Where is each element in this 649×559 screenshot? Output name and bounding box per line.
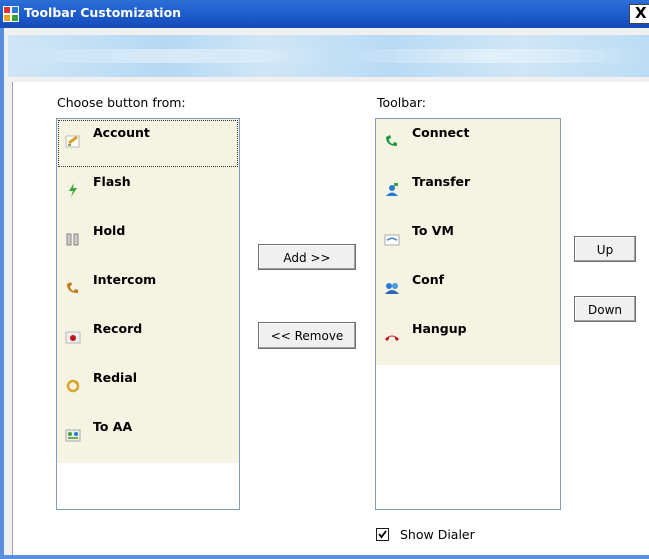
- show-dialer-label[interactable]: Show Dialer: [400, 527, 475, 542]
- list-item-hold[interactable]: Hold: [57, 217, 239, 266]
- item-label: To AA: [93, 419, 133, 434]
- connect-icon: [386, 135, 397, 146]
- list-item-transfer[interactable]: Transfer: [376, 168, 560, 217]
- hold-icon: [66, 233, 79, 246]
- list-item-conf[interactable]: Conf: [376, 266, 560, 315]
- list-item-to-aa[interactable]: To AA: [57, 413, 239, 462]
- item-label: Flash: [93, 174, 131, 189]
- list-item-flash[interactable]: Flash: [57, 168, 239, 217]
- item-label: Redial: [93, 370, 138, 385]
- list-item-account[interactable]: Account: [57, 119, 239, 168]
- item-label: Conf: [412, 272, 445, 287]
- conference-icon: [385, 283, 399, 294]
- item-label: Transfer: [412, 174, 471, 189]
- choose-button-label: Choose button from:: [57, 95, 186, 110]
- window-frame-bottom: [0, 555, 649, 559]
- intercom-icon: [67, 282, 78, 293]
- item-label: Hold: [93, 223, 126, 238]
- account-icon: [65, 135, 80, 148]
- redial-icon: [66, 379, 80, 393]
- list-item-connect[interactable]: Connect: [376, 119, 560, 168]
- up-button[interactable]: Up: [574, 236, 636, 262]
- item-label: Hangup: [412, 321, 467, 336]
- toolbar-buttons-list[interactable]: Connect Transfer To VM Conf Hangup: [375, 118, 561, 510]
- window-title: Toolbar Customization: [24, 5, 182, 20]
- down-button[interactable]: Down: [574, 296, 636, 322]
- to-aa-icon: [65, 429, 81, 442]
- item-label: To VM: [412, 223, 454, 238]
- flash-icon: [69, 183, 77, 197]
- voicemail-icon: [384, 234, 400, 246]
- banner-highlight: [8, 49, 649, 63]
- list-item-redial[interactable]: Redial: [57, 364, 239, 413]
- app-icon: [3, 6, 19, 22]
- toolbar-label: Toolbar:: [377, 95, 427, 110]
- close-icon: X: [635, 4, 647, 22]
- show-dialer-checkbox[interactable]: [376, 528, 389, 541]
- item-label: Record: [93, 321, 143, 336]
- header-banner: [8, 35, 649, 77]
- transfer-icon: [386, 183, 398, 196]
- list-item-record[interactable]: Record: [57, 315, 239, 364]
- remove-button[interactable]: << Remove: [258, 322, 356, 349]
- item-label: Intercom: [93, 272, 157, 287]
- close-button[interactable]: X: [629, 4, 649, 24]
- list-item-to-vm[interactable]: To VM: [376, 217, 560, 266]
- item-label: Connect: [412, 125, 470, 140]
- item-label: Account: [93, 125, 150, 140]
- checkmark-icon: [378, 530, 387, 539]
- window-frame-left: [0, 28, 4, 559]
- hangup-icon: [385, 335, 399, 341]
- list-item-hangup[interactable]: Hangup: [376, 315, 560, 364]
- list-item-intercom[interactable]: Intercom: [57, 266, 239, 315]
- record-icon: [65, 331, 81, 344]
- available-buttons-list[interactable]: Account Flash Hold Intercom Record Redia…: [56, 118, 240, 510]
- add-button[interactable]: Add >>: [258, 244, 356, 270]
- title-bar: Toolbar Customization X: [0, 0, 649, 28]
